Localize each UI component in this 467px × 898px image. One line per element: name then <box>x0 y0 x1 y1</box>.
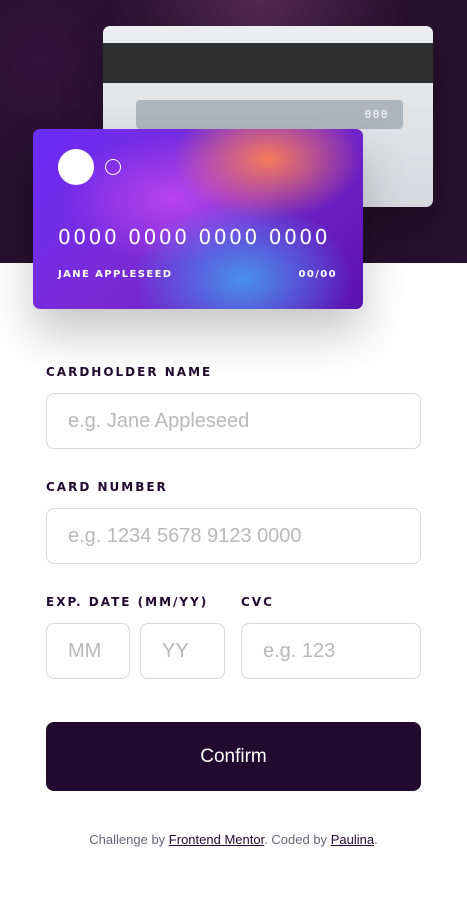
attribution-footer: Challenge by Frontend Mentor. Coded by P… <box>0 832 467 847</box>
card-number-display: 0000 0000 0000 0000 <box>58 225 331 249</box>
footer-suffix: . <box>374 832 378 847</box>
card-expiry-display: 00/00 <box>298 269 337 280</box>
card-name-display: JANE APPLESEED <box>58 269 173 280</box>
card-logo-circle-icon <box>58 149 94 185</box>
frontend-mentor-link[interactable]: Frontend Mentor <box>169 832 264 847</box>
signature-strip: 000 <box>136 100 403 129</box>
author-link[interactable]: Paulina <box>331 832 374 847</box>
cardholder-input[interactable] <box>46 393 421 449</box>
footer-prefix: Challenge by <box>89 832 169 847</box>
card-logo-ring-icon <box>105 159 121 175</box>
footer-middle: . Coded by <box>264 832 331 847</box>
page: 000 0000 0000 0000 0000 JANE APPLESEED 0… <box>0 0 467 898</box>
confirm-button[interactable]: Confirm <box>46 722 421 791</box>
magnetic-stripe <box>103 43 433 83</box>
cvc-label: CVC <box>241 595 274 609</box>
cardholder-label: CARDHOLDER NAME <box>46 365 213 379</box>
card-number-label: CARD NUMBER <box>46 480 168 494</box>
expiry-label: EXP. DATE (MM/YY) <box>46 595 209 609</box>
card-cvc-display: 000 <box>364 108 389 121</box>
expiry-month-input[interactable] <box>46 623 130 679</box>
card-front: 0000 0000 0000 0000 JANE APPLESEED 00/00 <box>33 129 363 309</box>
cvc-input[interactable] <box>241 623 421 679</box>
expiry-year-input[interactable] <box>140 623 225 679</box>
card-number-input[interactable] <box>46 508 421 564</box>
